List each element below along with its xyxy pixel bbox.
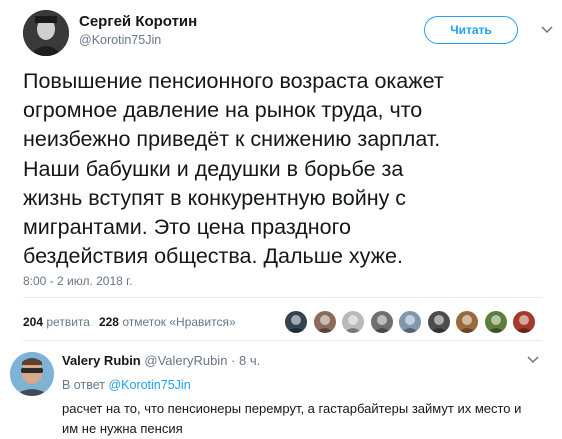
tweet-text-line: Наши бабушки и дедушки в борьбе за xyxy=(23,156,404,181)
retweets-stat[interactable]: 204 ретвита xyxy=(23,315,90,329)
tweet-text-line: огромное давление на рынок труда, что xyxy=(23,98,423,123)
reply-author-avatar[interactable] xyxy=(10,352,54,396)
reply-header: Valery Rubin @ValeryRubin · 8 ч. xyxy=(62,353,260,368)
divider xyxy=(23,340,542,341)
liker-avatar[interactable] xyxy=(512,310,536,334)
reply-author-name[interactable]: Valery Rubin xyxy=(62,353,141,368)
liker-avatar[interactable] xyxy=(312,310,337,334)
likes-count: 228 xyxy=(98,315,119,329)
tweet-text-line: бездействия общества. Дальше хуже. xyxy=(23,244,403,269)
chevron-down-icon[interactable] xyxy=(541,25,553,35)
reply-to-prefix: В ответ xyxy=(62,378,105,392)
retweets-count: 204 xyxy=(23,315,44,329)
author-name[interactable]: Сергей Коротин xyxy=(79,13,197,30)
divider xyxy=(23,297,542,298)
liker-avatar[interactable] xyxy=(483,310,508,334)
reply-author-handle[interactable]: @ValeryRubin xyxy=(144,353,227,368)
liker-avatar[interactable] xyxy=(369,310,394,334)
retweets-label: ретвита xyxy=(46,315,90,329)
author-avatar[interactable] xyxy=(23,10,69,56)
liker-avatar[interactable] xyxy=(284,310,308,334)
liker-avatar[interactable] xyxy=(426,310,451,334)
tweet-text-line: Повышение пенсионного возраста окажет xyxy=(23,69,444,93)
chevron-down-icon[interactable] xyxy=(527,355,539,365)
reply-to-handle-link[interactable]: @Korotin75Jin xyxy=(108,378,190,392)
tweet-text-line: жизнь вступят в конкурентную войну с xyxy=(23,185,407,210)
reply-text-line: расчет на то, что пенсионеры перемрут, а… xyxy=(62,401,522,416)
tweet-stats: 204 ретвита 228 отметок «Нравится» xyxy=(23,315,236,329)
liker-avatar[interactable] xyxy=(398,310,422,334)
reply-to-line: В ответ @Korotin75Jin xyxy=(62,378,191,392)
reply-text-line: им не нужна пенсия xyxy=(62,421,183,436)
tweet-text-line: неизбежно приведёт к снижению зарплат. xyxy=(23,127,441,152)
tweet-timestamp[interactable]: 8:00 - 2 июл. 2018 г. xyxy=(23,274,132,288)
likes-label: отметок «Нравится» xyxy=(122,315,236,329)
tweet-text: Повышение пенсионного возраста окажет ог… xyxy=(23,67,553,271)
tweet-text-line: мигрантами. Это цена праздного xyxy=(23,215,351,240)
likes-stat[interactable]: 228 отметок «Нравится» xyxy=(99,315,236,329)
reply-text: расчет на то, что пенсионеры перемрут, а… xyxy=(62,399,547,439)
liker-avatar[interactable] xyxy=(455,310,479,334)
follow-button[interactable]: Читать xyxy=(424,16,518,44)
author-handle[interactable]: @Korotin75Jin xyxy=(79,33,161,47)
reply-time[interactable]: · 8 ч. xyxy=(231,353,260,368)
liker-avatar[interactable] xyxy=(341,310,365,334)
